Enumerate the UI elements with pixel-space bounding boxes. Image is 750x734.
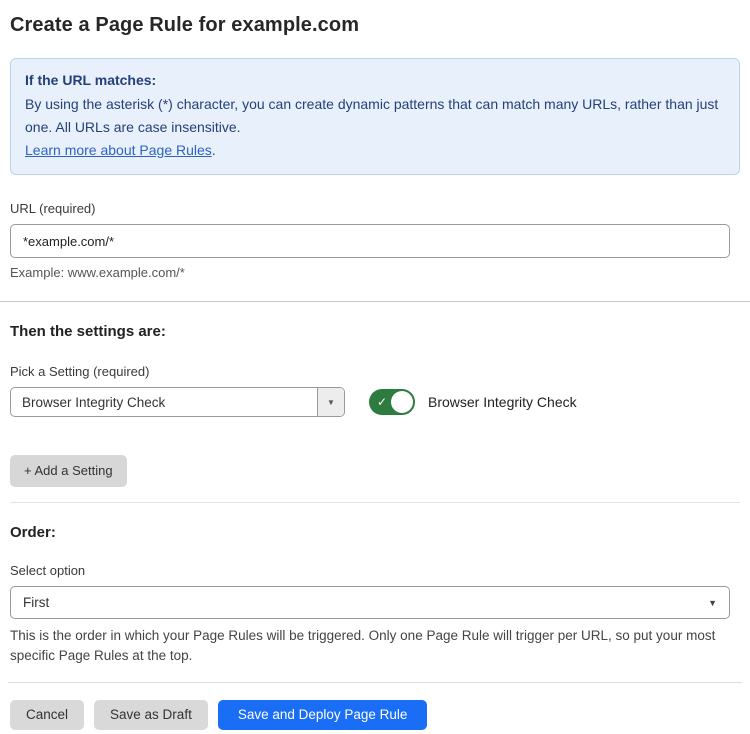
save-as-draft-button[interactable]: Save as Draft	[94, 700, 208, 730]
info-box-body: By using the asterisk (*) character, you…	[25, 93, 725, 139]
settings-section-heading: Then the settings are:	[10, 323, 740, 340]
info-box-link-row: Learn more about Page Rules.	[25, 139, 725, 162]
order-select[interactable]: First ▼	[10, 586, 730, 619]
order-divider	[10, 502, 740, 503]
setting-select[interactable]: Browser Integrity Check ▼	[10, 387, 345, 417]
order-helper-text: This is the order in which your Page Rul…	[10, 626, 736, 666]
link-suffix: .	[212, 142, 216, 158]
section-divider	[0, 301, 750, 302]
add-setting-button[interactable]: + Add a Setting	[10, 455, 127, 487]
cancel-button[interactable]: Cancel	[10, 700, 84, 730]
chevron-down-icon[interactable]: ▼	[317, 388, 344, 416]
toggle-knob	[391, 391, 413, 413]
chevron-down-icon: ▼	[708, 598, 717, 608]
order-select-label: Select option	[10, 563, 740, 578]
footer-actions: Cancel Save as Draft Save and Deploy Pag…	[10, 700, 740, 730]
page-title: Create a Page Rule for example.com	[10, 14, 740, 37]
setting-picker-label: Pick a Setting (required)	[10, 364, 740, 379]
browser-integrity-check-toggle[interactable]: ✓	[369, 389, 415, 415]
url-field-label: URL (required)	[10, 201, 740, 216]
setting-row: Browser Integrity Check ▼ ✓ Browser Inte…	[10, 387, 740, 417]
toggle-label: Browser Integrity Check	[428, 394, 577, 410]
info-box-heading: If the URL matches:	[25, 69, 725, 92]
learn-more-link[interactable]: Learn more about Page Rules	[25, 142, 212, 158]
check-icon: ✓	[377, 396, 387, 408]
url-match-info-box: If the URL matches: By using the asteris…	[10, 58, 740, 175]
save-and-deploy-button[interactable]: Save and Deploy Page Rule	[218, 700, 428, 730]
setting-select-value: Browser Integrity Check	[11, 388, 317, 416]
order-select-value: First	[23, 595, 708, 610]
footer-divider	[8, 682, 742, 683]
order-section-heading: Order:	[10, 524, 740, 541]
url-input[interactable]	[10, 224, 730, 258]
url-field-helper: Example: www.example.com/*	[10, 265, 740, 280]
